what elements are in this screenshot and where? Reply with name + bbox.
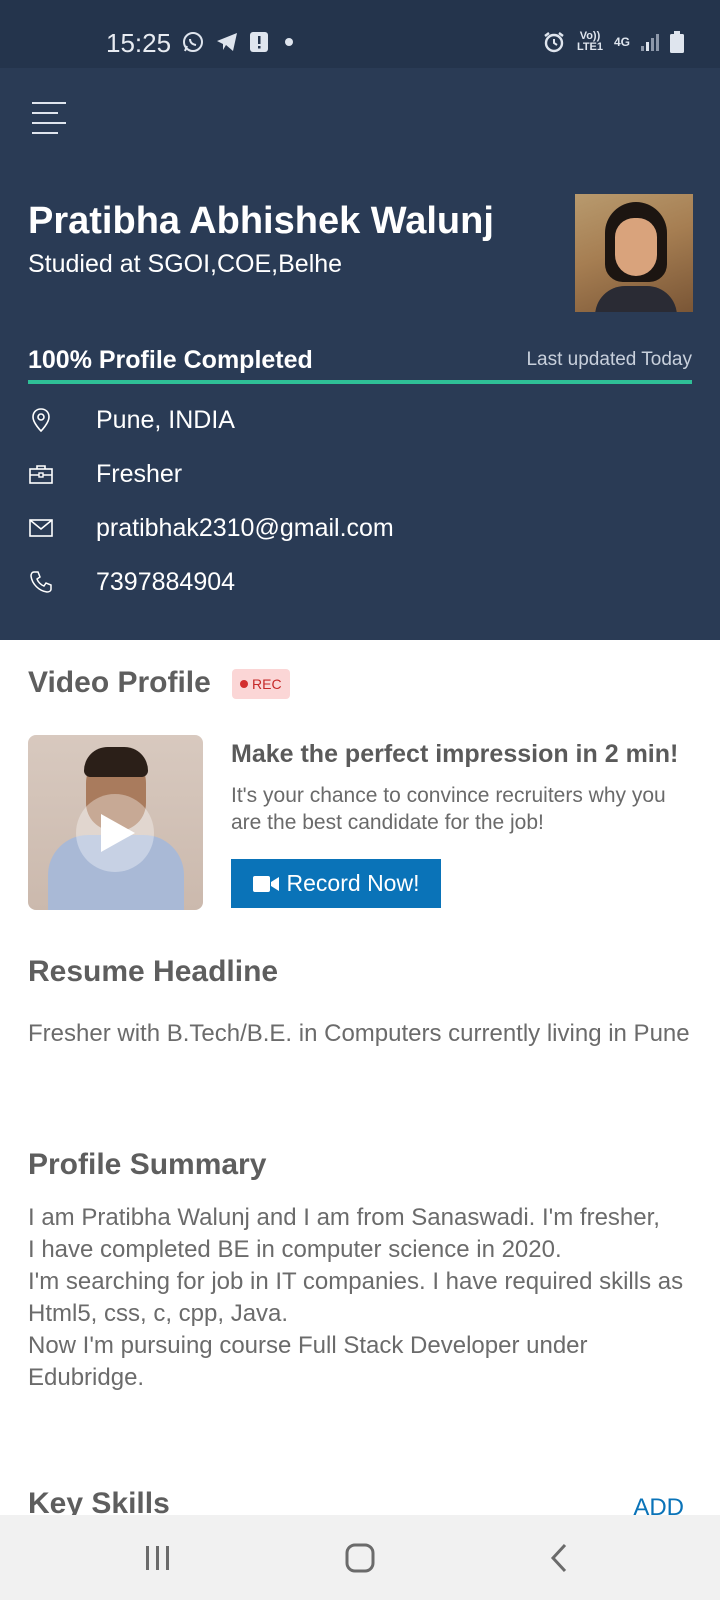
phone-icon (28, 569, 54, 595)
home-icon[interactable] (340, 1541, 380, 1575)
email-row: pratibhak2310@gmail.com (28, 508, 394, 548)
profile-completion-label: 100% Profile Completed (28, 346, 313, 374)
recent-apps-icon[interactable] (138, 1541, 178, 1575)
profile-summary-text: I am Pratibha Walunj and I am from Sanas… (28, 1204, 684, 1391)
record-now-button[interactable]: Record Now! (231, 859, 441, 908)
location-text: Pune, INDIA (96, 405, 235, 434)
mail-icon (28, 515, 54, 541)
volte-icon: Vo)) LTE1 (576, 30, 604, 53)
profile-progress-bar (28, 380, 692, 384)
resume-headline-text: Fresher with B.Tech/B.E. in Computers cu… (28, 1020, 690, 1047)
status-bar: 15:25 Vo)) LTE1 4G (0, 0, 720, 68)
back-icon[interactable] (540, 1541, 580, 1575)
menu-icon[interactable] (32, 102, 66, 134)
resume-headline-title: Resume Headline (28, 955, 279, 988)
system-nav-bar (0, 1515, 720, 1600)
play-icon[interactable] (76, 794, 154, 872)
email-text[interactable]: pratibhak2310@gmail.com (96, 514, 394, 543)
profile-progress-fill (28, 380, 692, 384)
video-headline: Make the perfect impression in 2 min! (231, 740, 679, 768)
phone-text[interactable]: 7397884904 (96, 568, 235, 597)
system-icons: Vo)) LTE1 4G (542, 30, 684, 54)
dot-icon (279, 32, 299, 52)
video-camera-icon (252, 875, 279, 892)
rec-dot-icon (240, 680, 248, 688)
experience-row: Fresher (28, 454, 182, 494)
video-profile-title: Video Profile (28, 666, 211, 699)
4g-icon: 4G (613, 35, 630, 49)
rec-badge-label: REC (252, 676, 282, 692)
profile-header: Pratibha Abhishek Walunj Studied at SGOI… (0, 68, 720, 640)
profile-name: Pratibha Abhishek Walunj (28, 200, 494, 242)
notification-icons (181, 30, 299, 54)
video-thumbnail[interactable] (28, 735, 203, 910)
last-updated-text: Last updated Today (526, 349, 692, 370)
rec-badge: REC (232, 669, 290, 699)
phone-row: 7397884904 (28, 562, 235, 602)
video-description: It's your chance to convince recruiters … (231, 784, 666, 834)
alert-icon (249, 31, 269, 53)
briefcase-icon (28, 461, 54, 487)
whatsapp-icon (181, 30, 205, 54)
record-now-label: Record Now! (286, 870, 420, 896)
location-row: Pune, INDIA (28, 400, 235, 440)
avatar[interactable] (575, 194, 693, 312)
profile-education: Studied at SGOI,COE,Belhe (28, 250, 343, 278)
telegram-icon (215, 30, 239, 54)
profile-summary-title: Profile Summary (28, 1148, 267, 1181)
signal-icon (640, 32, 660, 52)
experience-text: Fresher (96, 459, 183, 488)
alarm-icon (542, 30, 566, 54)
status-time: 15:25 (106, 28, 172, 58)
battery-icon (670, 31, 684, 53)
location-pin-icon (28, 407, 54, 433)
